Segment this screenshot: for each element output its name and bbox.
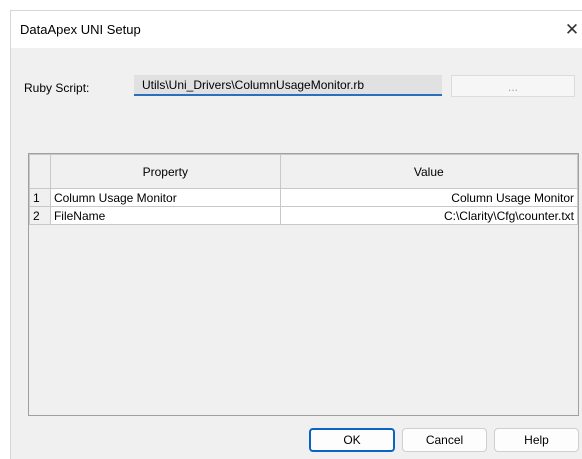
uni-setup-dialog: DataApex UNI Setup ✕ Ruby Script: Utils\… [10,10,582,459]
ruby-script-label: Ruby Script: [24,81,90,95]
ruby-script-field[interactable]: Utils\Uni_Drivers\ColumnUsageMonitor.rb [134,75,442,96]
close-icon[interactable]: ✕ [562,11,582,48]
row-number[interactable]: 2 [29,206,51,225]
property-table: Property Value 1 Column Usage Monitor Co… [29,154,579,225]
table-row[interactable]: 1 Column Usage Monitor Column Usage Moni… [29,188,579,207]
column-header-property[interactable]: Property [49,154,281,189]
property-cell[interactable]: Column Usage Monitor [49,188,281,207]
property-cell[interactable]: FileName [49,206,281,225]
help-button[interactable]: Help [494,428,579,452]
value-cell[interactable]: C:\Clarity\Cfg\counter.txt [279,206,579,225]
value-cell[interactable]: Column Usage Monitor [279,188,579,207]
column-header-value[interactable]: Value [279,154,579,189]
table-header-row: Property Value [29,154,579,189]
column-header-rownum [29,154,51,189]
property-grid: Property Value 1 Column Usage Monitor Co… [28,153,579,416]
browse-button[interactable]: ... [451,75,575,97]
cancel-button[interactable]: Cancel [402,428,487,452]
window-title: DataApex UNI Setup [20,22,141,37]
table-row[interactable]: 2 FileName C:\Clarity\Cfg\counter.txt [29,206,579,225]
title-bar: DataApex UNI Setup ✕ [11,11,582,48]
row-number[interactable]: 1 [29,188,51,207]
ok-button[interactable]: OK [309,428,395,452]
